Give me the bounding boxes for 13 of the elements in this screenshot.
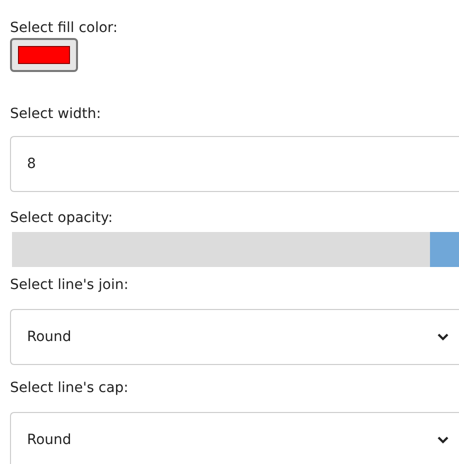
chevron-down-icon — [437, 436, 449, 444]
color-swatch-button[interactable] — [10, 38, 78, 72]
field-label: Select line's cap: — [10, 379, 128, 398]
field-label: Select width: — [10, 105, 101, 124]
width-input-field[interactable]: 8 — [10, 136, 459, 192]
dropdown-select[interactable]: Round — [10, 412, 459, 464]
chevron-down-icon — [437, 333, 449, 341]
field-label: Select fill color: — [10, 19, 118, 38]
dropdown-select[interactable]: Round — [10, 309, 459, 365]
field-label: Select line's join: — [10, 276, 128, 295]
field-label: Select opacity: — [10, 209, 113, 228]
opacity-slider[interactable] — [12, 232, 459, 267]
slider-thumb[interactable] — [430, 232, 459, 267]
